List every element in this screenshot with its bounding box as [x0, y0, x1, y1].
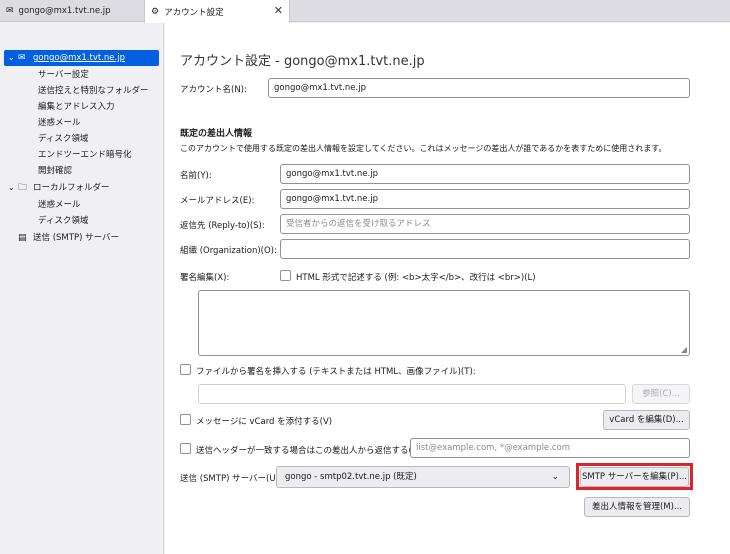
chevron-down-icon: ⌄ — [551, 472, 559, 482]
sidebar-item-smtp-label: 送信 (SMTP) サーバー — [33, 233, 119, 243]
replyto-label: 返信先 (Reply-to)(S): — [180, 221, 265, 231]
tab-mail-label: gongo@mx1.tvt.ne.jp — [18, 6, 111, 16]
mail-icon: ✉ — [18, 53, 26, 63]
identity-description: このアカウントで使用する既定の差出人情報を設定してください。これはメッセージの差… — [180, 144, 667, 153]
sidebar-item-local-junk[interactable]: 迷惑メール — [38, 197, 81, 213]
signature-file-label: ファイルから署名を挿入する (テキストまたは HTML、画像ファイル)(T): — [196, 367, 476, 377]
tab-bar: ✉ gongo@mx1.tvt.ne.jp ⚙ アカウント設定 ✕ — [0, 0, 730, 23]
sidebar-item-local-folders-label: ローカルフォルダー — [33, 183, 110, 193]
html-signature-label: HTML 形式で記述する (例: <b>太字</b>、改行は <br>)(L) — [296, 273, 536, 283]
sidebar-item-local-folders[interactable]: ⌄ 🗀 ローカルフォルダー — [4, 180, 110, 196]
sidebar-item-smtp[interactable]: ▤ 送信 (SMTP) サーバー — [4, 230, 119, 246]
signature-label: 署名編集(X): — [180, 273, 230, 283]
manage-identities-button[interactable]: 差出人情報を管理(M)... — [584, 497, 690, 517]
email-label: メールアドレス(E): — [180, 196, 255, 206]
organization-field[interactable] — [280, 239, 690, 259]
sidebar-item-return-receipts[interactable]: 開封確認 — [38, 163, 72, 179]
chevron-down-icon[interactable]: ⌄ — [8, 180, 18, 196]
sidebar: ⌄ ✉ gongo@mx1.tvt.ne.jp サーバー設定 送信控えと特別なフォル… — [0, 23, 164, 554]
replyto-field[interactable]: 受信者からの返信を受け取るアドレス — [280, 214, 690, 234]
tab-mail[interactable]: ✉ gongo@mx1.tvt.ne.jp — [0, 0, 144, 22]
tab-account-settings[interactable]: ⚙ アカウント設定 ✕ — [144, 0, 290, 23]
close-icon[interactable]: ✕ — [274, 4, 283, 17]
signature-file-path-field[interactable] — [198, 384, 626, 404]
mail-icon: ✉ — [6, 6, 14, 16]
account-name-field[interactable]: gongo@mx1.tvt.ne.jp — [268, 78, 690, 98]
edit-vcard-button[interactable]: vCard を編集(D)... — [603, 410, 690, 430]
sidebar-item-account[interactable]: ⌄ ✉ gongo@mx1.tvt.ne.jp — [4, 50, 159, 66]
sidebar-item-disk-space[interactable]: ディスク領域 — [38, 131, 88, 147]
smtp-label: 送信 (SMTP) サーバー(U): — [180, 474, 282, 484]
signature-file-checkbox[interactable] — [180, 364, 191, 375]
highlight-box — [576, 463, 693, 490]
folder-icon: 🗀 — [18, 183, 28, 193]
reply-from-field[interactable]: list@example.com, *@example.com — [410, 438, 690, 458]
sidebar-item-account-label: gongo@mx1.tvt.ne.jp — [33, 53, 125, 63]
identity-heading: 既定の差出人情報 — [180, 129, 253, 139]
html-signature-checkbox[interactable] — [280, 270, 291, 281]
tab-account-settings-label: アカウント設定 — [164, 7, 224, 18]
organization-label: 組織 (Organization)(O): — [180, 246, 277, 256]
sidebar-item-junk[interactable]: 迷惑メール — [38, 115, 81, 131]
email-field[interactable]: gongo@mx1.tvt.ne.jp — [280, 189, 690, 209]
name-field[interactable]: gongo@mx1.tvt.ne.jp — [280, 164, 690, 184]
account-name-label: アカウント名(N): — [180, 85, 247, 95]
smtp-server-select-value: gongo - smtp02.tvt.ne.jp (既定) — [285, 472, 417, 482]
sidebar-item-e2e-encryption[interactable]: エンドツーエンド暗号化 — [38, 147, 132, 163]
browse-button[interactable]: 参照(C)... — [632, 384, 690, 404]
page-title: アカウント設定 - gongo@mx1.tvt.ne.jp — [180, 54, 425, 69]
reply-from-checkbox[interactable] — [180, 443, 191, 454]
signature-textarea[interactable]: ◢ — [198, 290, 690, 356]
name-label: 名前(Y): — [180, 171, 212, 181]
reply-from-label: 送信ヘッダーが一致する場合はこの差出人から返信する(R): — [196, 446, 424, 456]
sidebar-item-server-settings[interactable]: サーバー設定 — [38, 67, 89, 83]
sidebar-item-composition[interactable]: 編集とアドレス入力 — [38, 99, 115, 115]
sidebar-item-copies-folders[interactable]: 送信控えと特別なフォルダー — [38, 83, 149, 99]
vcard-checkbox[interactable] — [180, 414, 191, 425]
smtp-server-select[interactable]: gongo - smtp02.tvt.ne.jp (既定) ⌄ — [276, 466, 570, 488]
resize-grip-icon[interactable]: ◢ — [681, 345, 687, 354]
server-icon: ▤ — [18, 233, 27, 243]
gear-icon: ⚙ — [151, 6, 160, 17]
vcard-label: メッセージに vCard を添付する(V) — [196, 417, 333, 427]
sidebar-item-local-disk-space[interactable]: ディスク領域 — [38, 213, 88, 229]
chevron-down-icon[interactable]: ⌄ — [8, 50, 18, 66]
